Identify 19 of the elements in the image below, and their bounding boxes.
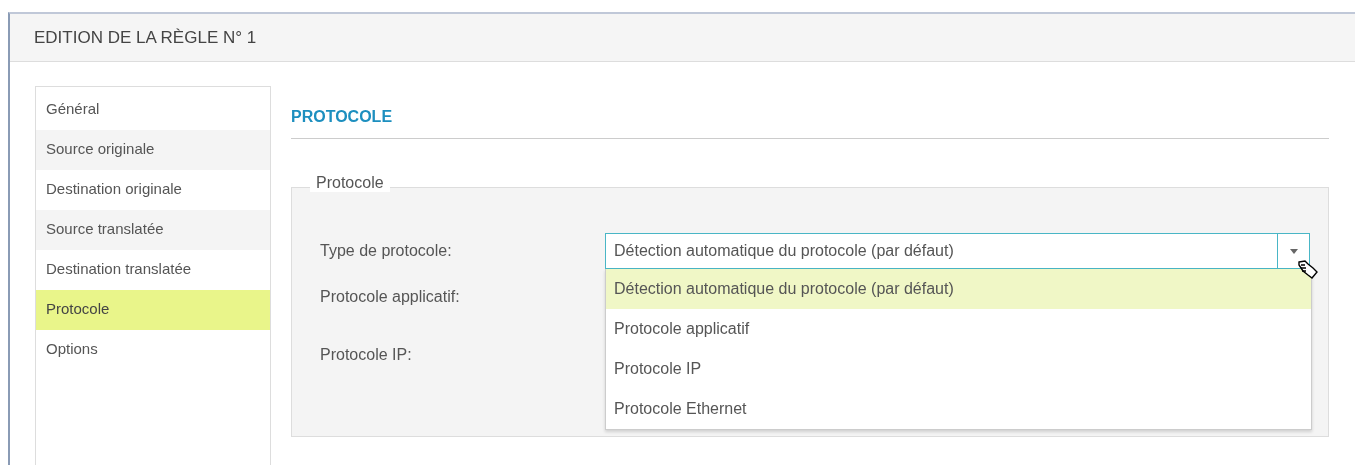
sidebar-item[interactable]: Options	[36, 330, 270, 370]
dropdown-option[interactable]: Protocole applicatif	[606, 309, 1311, 349]
field-label: Type de protocole:	[320, 242, 453, 260]
dropdown-option[interactable]: Protocole Ethernet	[606, 389, 1311, 429]
sidebar-item[interactable]: Source translatée	[36, 210, 270, 250]
sidebar-item[interactable]: Destination translatée	[36, 250, 270, 290]
sidebar-item[interactable]: Destination originale	[36, 170, 270, 210]
sidebar-item[interactable]: Protocole	[36, 290, 270, 330]
group-legend: Protocole	[310, 174, 390, 192]
field-label: Protocole applicatif:	[320, 288, 461, 306]
window-title: EDITION DE LA RÈGLE N° 1	[10, 14, 1355, 62]
section-title: PROTOCOLE	[291, 104, 1329, 139]
sidebar-item[interactable]: Source originale	[36, 130, 270, 170]
dropdown-option[interactable]: Protocole IP	[606, 349, 1311, 389]
caret-icon	[1289, 248, 1298, 254]
field-label: Protocole IP:	[320, 346, 413, 364]
sidebar-item[interactable]: Général	[36, 90, 270, 130]
combo-box[interactable]: Détection automatique du protocole (par défaut)	[605, 233, 1310, 269]
dropdown-option[interactable]: Détection automatique du protocole (par défaut)	[606, 269, 1311, 309]
